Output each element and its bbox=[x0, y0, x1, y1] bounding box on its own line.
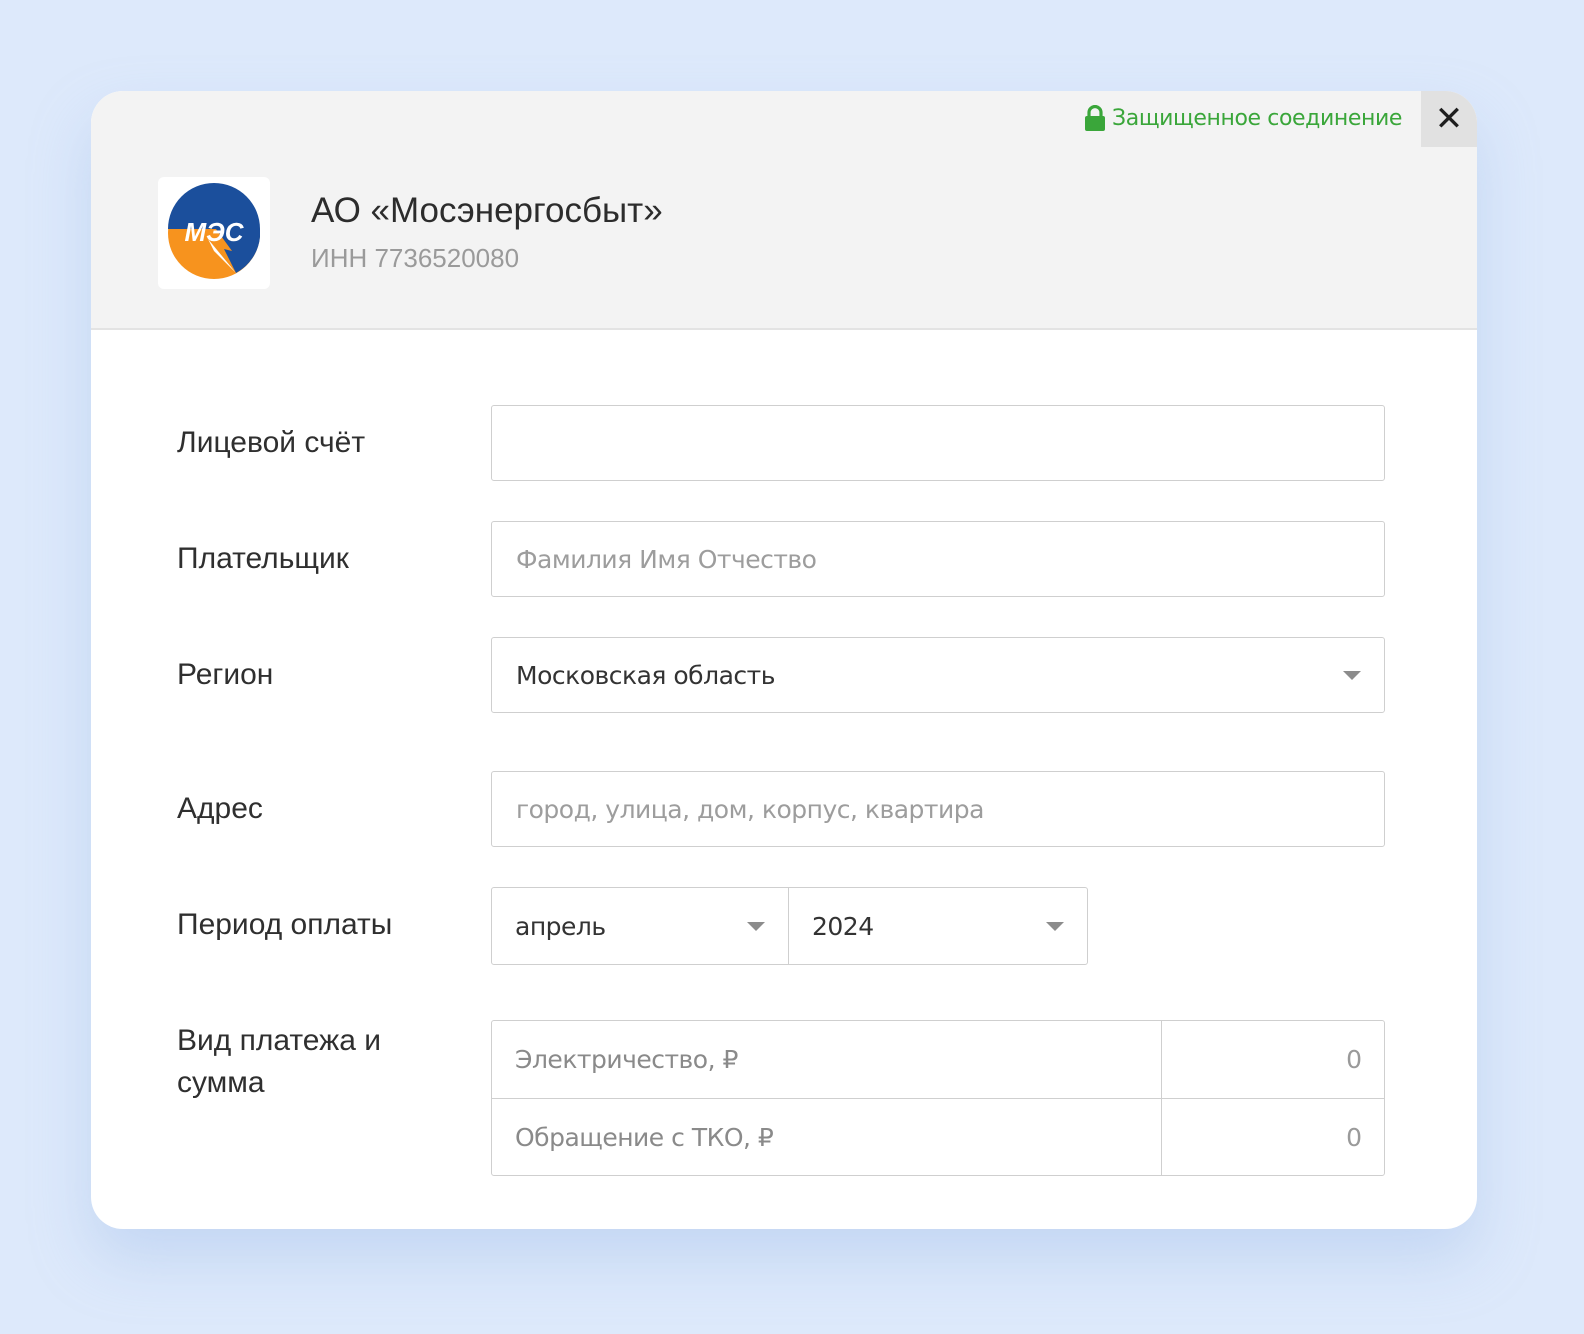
region-label: Регион bbox=[177, 658, 274, 691]
svg-text:МЭС: МЭС bbox=[184, 217, 244, 247]
chevron-down-icon bbox=[747, 922, 765, 931]
year-select-value: 2024 bbox=[812, 911, 874, 941]
payment-amount-input[interactable]: 0 bbox=[1162, 1021, 1384, 1098]
secure-connection-label: Защищенное соединение bbox=[1112, 105, 1402, 131]
company-inn: ИНН 7736520080 bbox=[311, 243, 520, 273]
mes-logo-icon: МЭС bbox=[168, 183, 260, 279]
region-select[interactable]: Московская область bbox=[491, 637, 1385, 713]
account-label: Лицевой счёт bbox=[177, 426, 366, 459]
lock-icon bbox=[1085, 105, 1106, 131]
chevron-down-icon bbox=[1343, 671, 1361, 680]
payment-dialog: Защищенное соединение ✕ МЭС АО «Мосэнерг… bbox=[91, 91, 1477, 1229]
dialog-header: Защищенное соединение ✕ МЭС АО «Мосэнерг… bbox=[91, 91, 1477, 330]
close-button[interactable]: ✕ bbox=[1421, 91, 1477, 147]
payment-row-name: Электричество, ₽ bbox=[492, 1021, 1162, 1098]
payment-type-label: Вид платежа и сумма bbox=[177, 1024, 381, 1099]
period-selectors: апрель 2024 bbox=[491, 887, 1088, 965]
account-input[interactable] bbox=[491, 405, 1385, 481]
payment-table: Электричество, ₽ 0 Обращение с ТКО, ₽ 0 bbox=[491, 1020, 1385, 1176]
payment-row-tko: Обращение с ТКО, ₽ 0 bbox=[492, 1098, 1384, 1176]
payment-row-electricity: Электричество, ₽ 0 bbox=[492, 1021, 1384, 1098]
secure-connection-indicator: Защищенное соединение bbox=[1084, 105, 1402, 131]
payer-input[interactable]: Фамилия Имя Отчество bbox=[491, 521, 1385, 597]
month-select-value: апрель bbox=[515, 911, 606, 941]
payer-label: Плательщик bbox=[177, 542, 349, 575]
address-input[interactable]: город, улица, дом, корпус, квартира bbox=[491, 771, 1385, 847]
company-logo: МЭС bbox=[158, 177, 270, 289]
payment-amount-input[interactable]: 0 bbox=[1162, 1099, 1384, 1176]
payment-row-name: Обращение с ТКО, ₽ bbox=[492, 1099, 1162, 1176]
period-label: Период оплаты bbox=[177, 908, 393, 941]
year-select[interactable]: 2024 bbox=[789, 888, 1087, 964]
address-label: Адрес bbox=[177, 792, 263, 825]
month-select[interactable]: апрель bbox=[492, 888, 789, 964]
chevron-down-icon bbox=[1046, 922, 1064, 931]
company-name: АО «Мосэнергосбыт» bbox=[311, 191, 663, 230]
region-select-value: Московская область bbox=[516, 660, 775, 690]
